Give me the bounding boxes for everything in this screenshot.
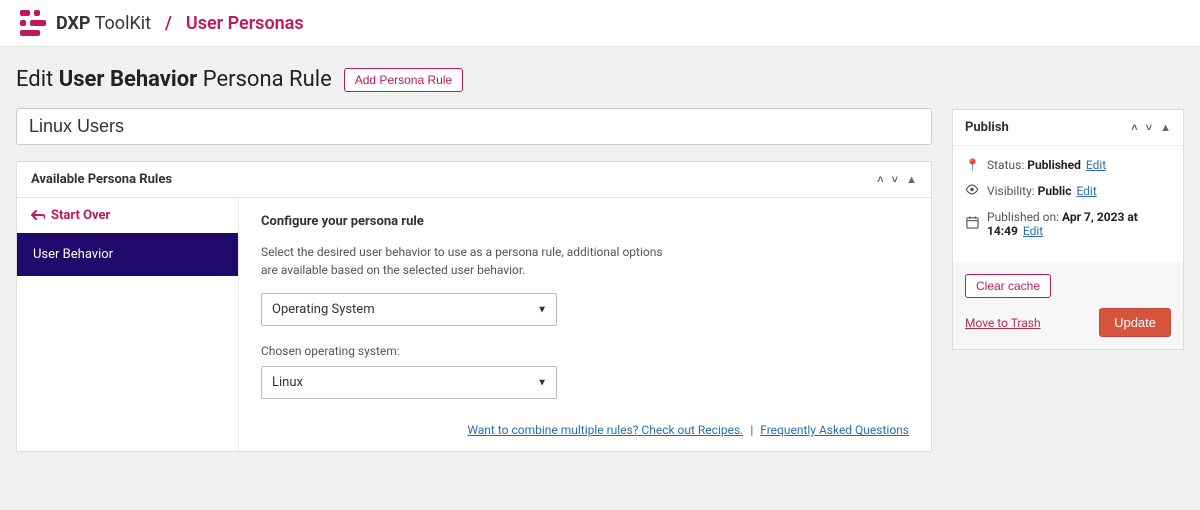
publish-panel: Publish ˄ ˅ ▲ 📍 Status: Published Edit <box>952 109 1184 350</box>
publish-collapse-down-icon[interactable]: ˅ <box>1146 121 1152 134</box>
status-row: 📍 Status: Published Edit <box>965 158 1171 172</box>
os-select-value: Linux <box>272 375 303 390</box>
published-on-row: Published on: Apr 7, 2023 at 14:49 Edit <box>965 210 1171 238</box>
breadcrumb-separator: / <box>165 13 172 34</box>
status-edit-link[interactable]: Edit <box>1086 158 1106 172</box>
eye-icon <box>965 184 979 198</box>
persona-title-input[interactable] <box>16 108 932 145</box>
start-over-button[interactable]: Start Over <box>17 198 238 233</box>
topbar: DXP ToolKit / User Personas <box>0 0 1200 47</box>
panel-collapse-up-icon[interactable]: ˄ <box>877 173 883 186</box>
start-over-label: Start Over <box>51 208 110 223</box>
published-edit-link[interactable]: Edit <box>1023 224 1043 238</box>
combine-rules-link[interactable]: Want to combine multiple rules? Check ou… <box>467 423 743 437</box>
faq-link[interactable]: Frequently Asked Questions <box>760 423 909 437</box>
publish-toggle-icon[interactable]: ▲ <box>1160 121 1171 134</box>
sidebar-item-user-behavior[interactable]: User Behavior <box>17 233 238 276</box>
behavior-select-value: Operating System <box>272 302 375 317</box>
publish-collapse-up-icon[interactable]: ˄ <box>1131 121 1137 134</box>
clear-cache-button[interactable]: Clear cache <box>965 274 1051 298</box>
brand-rest: ToolKit <box>95 13 151 34</box>
panel-toggle-icon[interactable]: ▲ <box>906 173 917 186</box>
add-persona-rule-button[interactable]: Add Persona Rule <box>344 68 463 92</box>
help-separator: | <box>750 423 753 437</box>
visibility-value: Public <box>1038 184 1072 198</box>
config-title: Configure your persona rule <box>261 214 909 229</box>
panel-header-title: Available Persona Rules <box>31 172 172 187</box>
page-title: Edit User Behavior Persona Rule <box>16 67 332 92</box>
pin-icon: 📍 <box>965 158 979 172</box>
status-value: Published <box>1027 158 1081 172</box>
page-title-bold: User Behavior <box>59 67 198 92</box>
brand-bold: DXP <box>56 13 91 34</box>
panel-header: Available Persona Rules ˄ ˅ ▲ <box>17 162 931 198</box>
visibility-label: Visibility: <box>987 184 1035 198</box>
status-label: Status: <box>987 158 1024 172</box>
panel-collapse-down-icon[interactable]: ˅ <box>892 173 898 186</box>
rules-sidebar: Start Over User Behavior <box>17 198 239 451</box>
update-button[interactable]: Update <box>1099 308 1171 337</box>
config-description: Select the desired user behavior to use … <box>261 243 681 279</box>
brand-name: DXP ToolKit <box>56 13 151 34</box>
available-persona-rules-panel: Available Persona Rules ˄ ˅ ▲ Sta <box>16 161 932 452</box>
sidebar-item-label: User Behavior <box>33 247 113 262</box>
rule-config-area: Configure your persona rule Select the d… <box>239 198 931 451</box>
publish-header-title: Publish <box>965 120 1009 135</box>
os-select[interactable]: Linux <box>261 366 557 399</box>
app-logo-icon <box>20 10 46 36</box>
publish-header: Publish ˄ ˅ ▲ <box>953 110 1183 146</box>
help-links-row: Want to combine multiple rules? Check ou… <box>261 423 909 437</box>
visibility-edit-link[interactable]: Edit <box>1076 184 1096 198</box>
calendar-icon <box>965 216 979 232</box>
os-field-label: Chosen operating system: <box>261 344 909 358</box>
visibility-row: Visibility: Public Edit <box>965 184 1171 198</box>
breadcrumb-current[interactable]: User Personas <box>186 13 304 34</box>
published-label: Published on: <box>987 210 1059 224</box>
behavior-select[interactable]: Operating System <box>261 293 557 326</box>
undo-arrow-icon <box>31 210 45 222</box>
page-title-prefix: Edit <box>16 67 53 92</box>
move-to-trash-link[interactable]: Move to Trash <box>965 316 1041 330</box>
page-title-suffix: Persona Rule <box>203 67 332 92</box>
